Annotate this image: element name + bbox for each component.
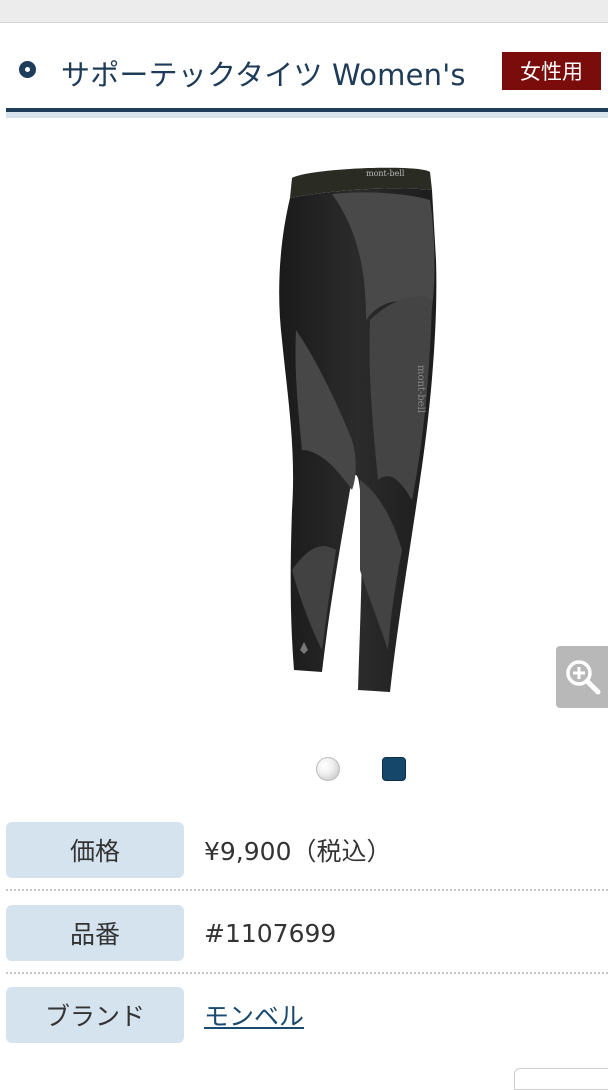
spec-value-brand: モンベル — [204, 987, 304, 1043]
product-title: サポーテックタイツ Women's — [61, 58, 466, 92]
spec-divider — [6, 972, 608, 974]
color-swatch-navy[interactable] — [382, 757, 406, 781]
circle-bullet-icon — [19, 61, 36, 78]
waistband-logo: mont-bell — [366, 169, 405, 178]
browser-top-bar — [0, 0, 608, 23]
tights-product-image: mont-bell mont-bell — [279, 167, 437, 692]
partial-button[interactable] — [514, 1068, 608, 1090]
product-image[interactable]: mont-bell mont-bell — [240, 150, 470, 710]
spec-row-price: 価格 ¥9,900（税込） — [6, 822, 608, 880]
zoom-button[interactable] — [556, 646, 608, 708]
spec-label-price: 価格 — [6, 822, 184, 878]
product-title-row: サポーテックタイツ Women's 女性用 — [0, 40, 608, 102]
brand-link[interactable]: モンベル — [204, 997, 304, 1033]
title-underline-light — [6, 112, 608, 118]
spec-divider — [6, 889, 608, 891]
leg-logo: mont-bell — [415, 365, 426, 413]
gender-badge: 女性用 — [502, 52, 601, 90]
spec-row-brand: ブランド モンベル — [6, 987, 608, 1045]
spec-value-price: ¥9,900（税込） — [204, 837, 392, 866]
spec-label-item-number: 品番 — [6, 905, 184, 961]
spec-label-brand: ブランド — [6, 987, 184, 1043]
spec-value-item-number: #1107699 — [204, 918, 337, 948]
color-swatch-white[interactable] — [316, 757, 340, 781]
zoom-in-icon — [566, 660, 601, 695]
spec-row-item-number: 品番 #1107699 — [6, 905, 608, 963]
